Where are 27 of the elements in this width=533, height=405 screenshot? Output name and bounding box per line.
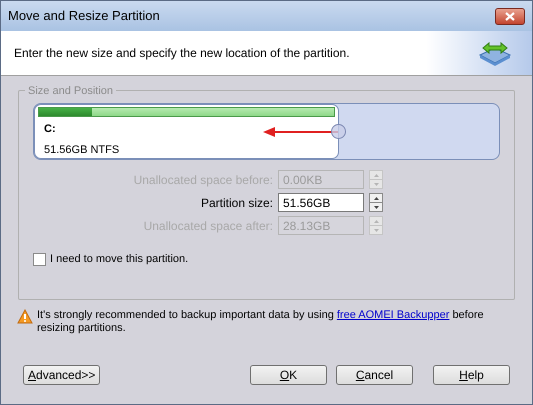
partition-block[interactable]: C: 51.56GB NTFS: [34, 104, 339, 159]
window-title: Move and Resize Partition: [8, 7, 160, 26]
dialog-button[interactable]: OK: [250, 365, 327, 385]
resize-disk-icon: [478, 40, 512, 66]
partition-info: 51.56GB NTFS: [44, 142, 120, 158]
resize-handle[interactable]: [331, 124, 346, 139]
field-label: Partition size:: [200, 194, 273, 212]
dialog-button[interactable]: Advanced>>: [23, 365, 100, 385]
checkbox-label: I need to move this partition.: [50, 252, 188, 267]
close-button[interactable]: [495, 8, 525, 24]
down-arrow-icon: [374, 228, 378, 232]
backupper-link[interactable]: free AOMEI Backupper: [336, 309, 450, 321]
checkbox[interactable]: [33, 252, 46, 266]
down-arrow-icon: [374, 206, 378, 208]
warning-text: It's strongly recommended to backup important data by using free AOMEI Backupper before resizing partitions.: [37, 309, 485, 335]
spin-button[interactable]: [369, 193, 383, 212]
dialog-button[interactable]: Cancel: [336, 365, 413, 385]
drive-letter: C:: [44, 122, 56, 137]
instruction-text: Enter the new size and specify the new location of the partition.: [14, 45, 350, 62]
up-arrow-icon: [374, 220, 378, 222]
size-field[interactable]: 51.56GB: [278, 193, 364, 212]
up-arrow-icon: [374, 174, 378, 176]
up-arrow-icon: [374, 196, 378, 200]
warning-icon: [17, 309, 33, 324]
dialog-button[interactable]: Help: [433, 365, 510, 385]
down-arrow-icon: [374, 182, 378, 186]
close-icon: [505, 12, 515, 20]
